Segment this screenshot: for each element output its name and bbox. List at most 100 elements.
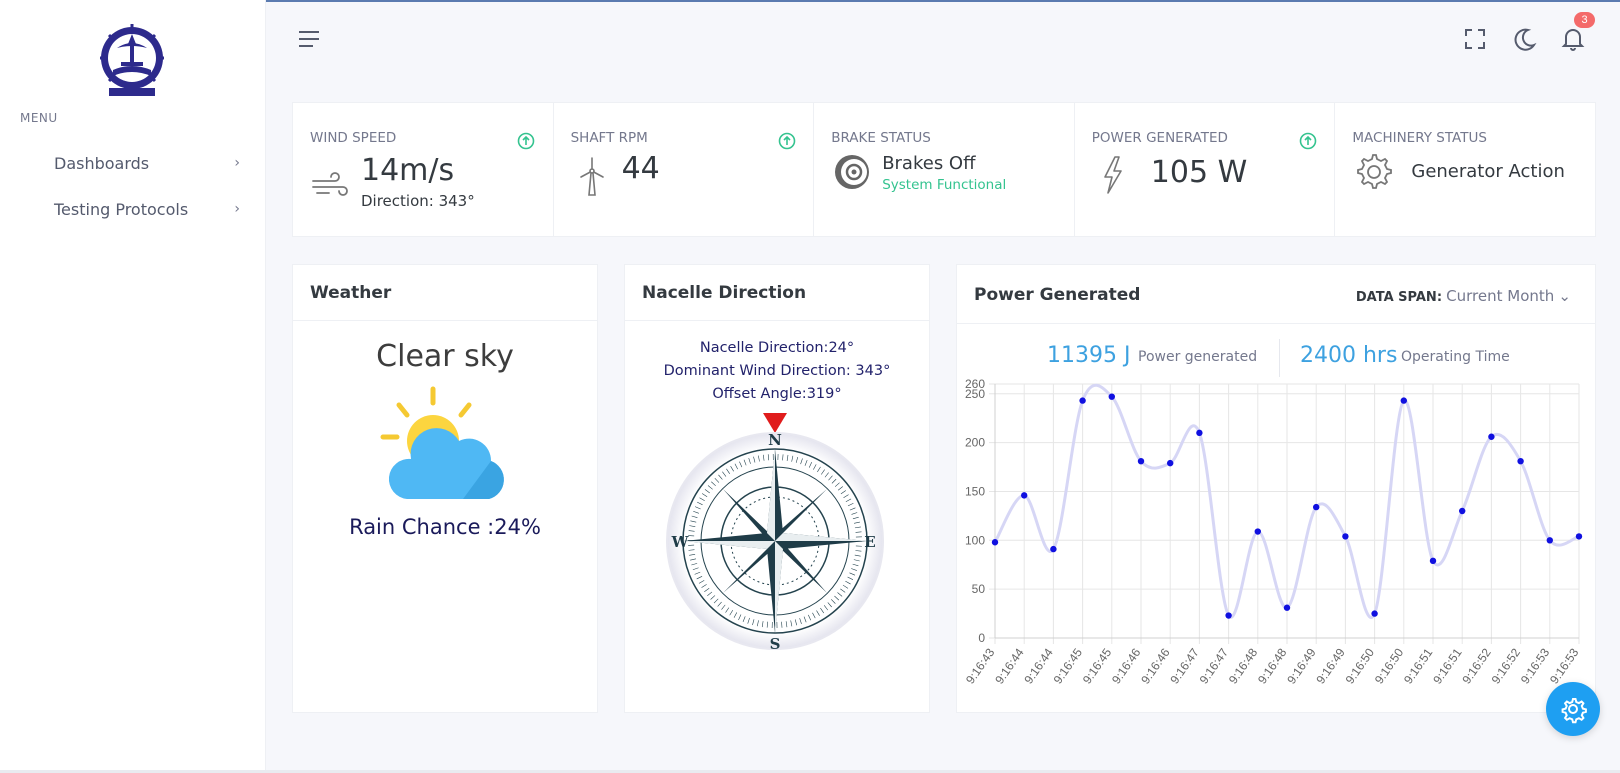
x-tick-label: 9:16:48 xyxy=(1255,645,1290,686)
data-point xyxy=(1108,393,1115,400)
sidebar: MENU Dashboards › Testing Protocols › xyxy=(0,0,266,773)
x-tick-label: 9:16:45 xyxy=(1080,645,1115,686)
x-tick-label: 9:16:53 xyxy=(1547,645,1582,686)
compass-icon: N E S W xyxy=(666,413,884,653)
weather-condition: Clear sky xyxy=(376,339,514,374)
fullscreen-icon[interactable] xyxy=(1460,24,1490,54)
weather-card: Weather Clear sky Rain Chance :24% xyxy=(292,264,598,713)
stat-label: WIND SPEED xyxy=(310,130,397,146)
y-tick-label: 0 xyxy=(978,631,985,645)
menu-icon[interactable] xyxy=(297,28,321,50)
stat-wind-speed: WIND SPEED 14m/s Direction: 343° xyxy=(293,103,554,236)
compass-letter-n: N xyxy=(768,431,782,449)
data-point xyxy=(1283,604,1291,611)
nacelle-title: Nacelle Direction xyxy=(642,283,807,303)
x-tick-label: 9:16:50 xyxy=(1372,645,1407,686)
data-point xyxy=(1137,457,1145,465)
settings-button[interactable] xyxy=(1546,682,1600,736)
brake-status-value: Brakes Off xyxy=(882,153,976,174)
gear-icon xyxy=(1357,154,1393,189)
nacelle-card: Nacelle Direction Nacelle Direction:24° … xyxy=(624,264,930,713)
sidebar-item-label: Dashboards xyxy=(54,153,150,173)
bell-icon[interactable] xyxy=(1558,24,1588,54)
chevron-right-icon: › xyxy=(234,201,240,217)
compass-letter-e: E xyxy=(864,533,875,551)
data-point xyxy=(1459,507,1466,515)
data-point xyxy=(1313,503,1320,511)
stats-row: WIND SPEED 14m/s Direction: 343° SHAFT R… xyxy=(292,102,1596,237)
y-tick-label: 200 xyxy=(965,436,985,450)
rain-chance: Rain Chance :24% xyxy=(349,515,541,539)
data-point xyxy=(1342,533,1349,540)
x-tick-label: 9:16:52 xyxy=(1459,645,1494,686)
sidebar-item-testing-protocols[interactable]: Testing Protocols › xyxy=(0,189,266,229)
x-tick-label: 9:16:49 xyxy=(1284,645,1319,686)
x-tick-label: 9:16:44 xyxy=(992,645,1027,686)
data-point xyxy=(1021,492,1028,499)
arrow-up-circle-icon xyxy=(778,132,795,150)
power-card: Power Generated DATA SPAN: Current Month… xyxy=(956,264,1596,713)
nacelle-pointer-icon xyxy=(763,413,787,433)
sidebar-item-dashboards[interactable]: Dashboards › xyxy=(0,143,266,183)
chevron-right-icon: › xyxy=(234,155,240,171)
stat-label: SHAFT RPM xyxy=(570,130,648,146)
brake-disc-icon xyxy=(835,155,870,189)
data-point xyxy=(1196,429,1203,437)
stat-label: POWER GENERATED xyxy=(1091,130,1228,146)
x-tick-label: 9:16:51 xyxy=(1401,645,1436,686)
sidebar-item-label: Testing Protocols xyxy=(54,199,189,219)
wind-speed-value: 14m/s xyxy=(361,153,455,188)
arrow-up-circle-icon xyxy=(1299,132,1317,150)
offset-angle-text: Offset Angle:319° xyxy=(712,386,842,402)
data-point xyxy=(1254,528,1261,535)
y-tick-label: 150 xyxy=(965,484,985,498)
x-tick-label: 9:16:48 xyxy=(1226,645,1261,686)
x-tick-label: 9:16:44 xyxy=(1021,645,1056,686)
x-tick-label: 9:16:46 xyxy=(1138,645,1173,686)
data-point xyxy=(1546,537,1553,544)
machinery-status-value: Generator Action xyxy=(1411,161,1565,182)
lightning-icon xyxy=(1103,156,1122,194)
data-point xyxy=(991,539,999,546)
compass-letter-s: S xyxy=(770,635,781,653)
x-tick-label: 9:16:53 xyxy=(1518,645,1553,686)
stat-brake-status: BRAKE STATUS Brakes Off System Functiona… xyxy=(814,103,1075,236)
stat-machinery-status: MACHINERY STATUS Generator Action xyxy=(1335,103,1595,236)
x-tick-label: 9:16:47 xyxy=(1167,645,1202,686)
data-point xyxy=(1488,433,1495,440)
stat-power-generated: POWER GENERATED 105 W xyxy=(1075,103,1336,236)
menu-title: MENU xyxy=(20,111,58,125)
arrow-up-circle-icon xyxy=(517,132,535,150)
data-point xyxy=(1079,397,1086,404)
wind-icon xyxy=(312,172,348,196)
x-tick-label: 9:16:50 xyxy=(1343,645,1378,686)
weather-title: Weather xyxy=(310,283,392,303)
x-tick-label: 9:16:49 xyxy=(1313,645,1348,686)
x-tick-label: 9:16:46 xyxy=(1109,645,1144,686)
data-point xyxy=(1371,610,1378,617)
turbine-icon xyxy=(579,157,604,196)
data-point xyxy=(1050,545,1057,553)
moon-icon[interactable] xyxy=(1509,24,1539,54)
gear-icon xyxy=(1561,698,1587,724)
shaft-rpm-value: 44 xyxy=(621,151,660,186)
data-point xyxy=(1517,457,1524,465)
brake-status-sub: System Functional xyxy=(882,177,1007,193)
y-tick-label: 50 xyxy=(972,582,986,596)
institute-logo xyxy=(100,24,164,96)
stat-shaft-rpm: SHAFT RPM 44 xyxy=(554,103,815,236)
wind-direction-value: Direction: 343° xyxy=(361,192,475,210)
stat-label: BRAKE STATUS xyxy=(831,130,931,146)
x-tick-label: 9:16:43 xyxy=(963,645,998,686)
power-generated-value: 105 W xyxy=(1150,155,1248,190)
data-point xyxy=(1167,459,1174,467)
y-tick-label: 260 xyxy=(965,377,985,391)
x-tick-label: 9:16:45 xyxy=(1051,645,1086,686)
data-point xyxy=(1400,397,1407,404)
compass-letter-w: W xyxy=(671,533,690,551)
x-tick-label: 9:16:47 xyxy=(1197,645,1232,686)
nacelle-direction-text: Nacelle Direction:24° xyxy=(699,340,855,356)
card-divider xyxy=(625,320,929,321)
dominant-wind-direction-text: Dominant Wind Direction: 343° xyxy=(663,363,891,379)
stat-label: MACHINERY STATUS xyxy=(1352,130,1487,146)
